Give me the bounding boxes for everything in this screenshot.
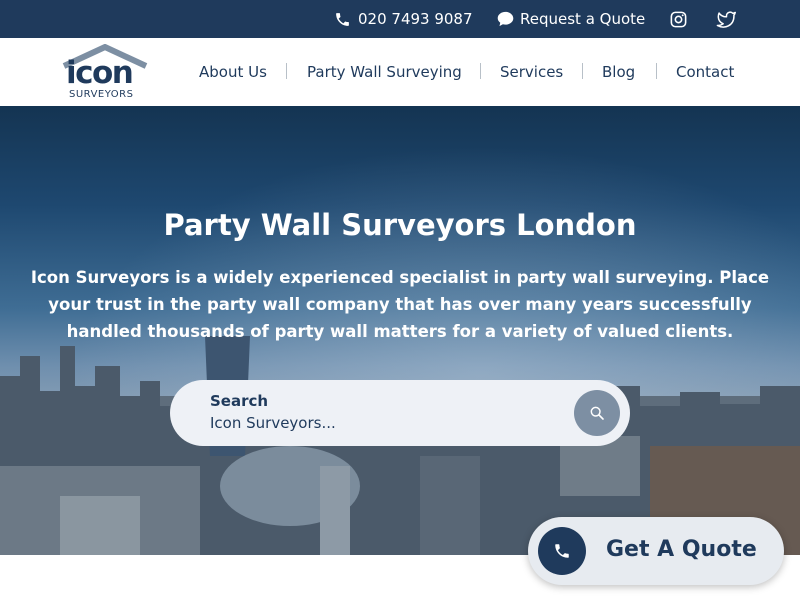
search-box[interactable]: Search Icon Surveyors... — [170, 380, 630, 446]
hero-description: Icon Surveyors is a widely experienced s… — [30, 268, 770, 341]
nav-divider — [582, 63, 583, 79]
hero-banner: Party Wall Surveyors London Icon Surveyo… — [0, 106, 800, 555]
instagram-icon — [670, 11, 687, 27]
top-bar: 020 7493 9087 Request a Quote — [0, 0, 800, 38]
nav-divider — [286, 63, 287, 79]
chat-bubble-icon — [497, 11, 514, 27]
search-button[interactable] — [574, 390, 620, 436]
phone-icon — [336, 12, 349, 26]
logo-wordmark: icon — [66, 55, 134, 91]
search-icon — [590, 406, 604, 420]
nav-contact[interactable]: Contact — [676, 38, 734, 106]
twitter-link[interactable] — [716, 0, 737, 38]
phone-number: 020 7493 9087 — [358, 10, 473, 28]
quote-phone-button[interactable] — [538, 527, 586, 575]
site-header: icon SURVEYORS About Us Party Wall Surve… — [0, 38, 800, 106]
request-quote-label: Request a Quote — [520, 10, 646, 28]
instagram-link[interactable] — [669, 0, 688, 38]
nav-services[interactable]: Services — [500, 38, 563, 106]
hero-title: Party Wall Surveyors London — [163, 208, 637, 242]
nav-divider — [480, 63, 481, 79]
request-quote-link[interactable]: Request a Quote — [497, 0, 645, 38]
nav-about-us[interactable]: About Us — [199, 38, 267, 106]
phone-link[interactable]: 020 7493 9087 — [334, 0, 473, 38]
site-logo[interactable]: icon SURVEYORS — [62, 44, 148, 102]
search-input[interactable]: Icon Surveyors... — [210, 414, 530, 432]
get-a-quote-button[interactable]: Get A Quote — [528, 517, 784, 585]
logo-subtitle: SURVEYORS — [69, 89, 134, 100]
nav-blog[interactable]: Blog — [602, 38, 635, 106]
get-a-quote-label: Get A Quote — [606, 537, 757, 562]
phone-icon — [555, 544, 569, 558]
nav-divider — [656, 63, 657, 79]
nav-party-wall-surveying[interactable]: Party Wall Surveying — [307, 38, 462, 106]
twitter-icon — [716, 11, 736, 28]
search-label: Search — [210, 392, 269, 410]
